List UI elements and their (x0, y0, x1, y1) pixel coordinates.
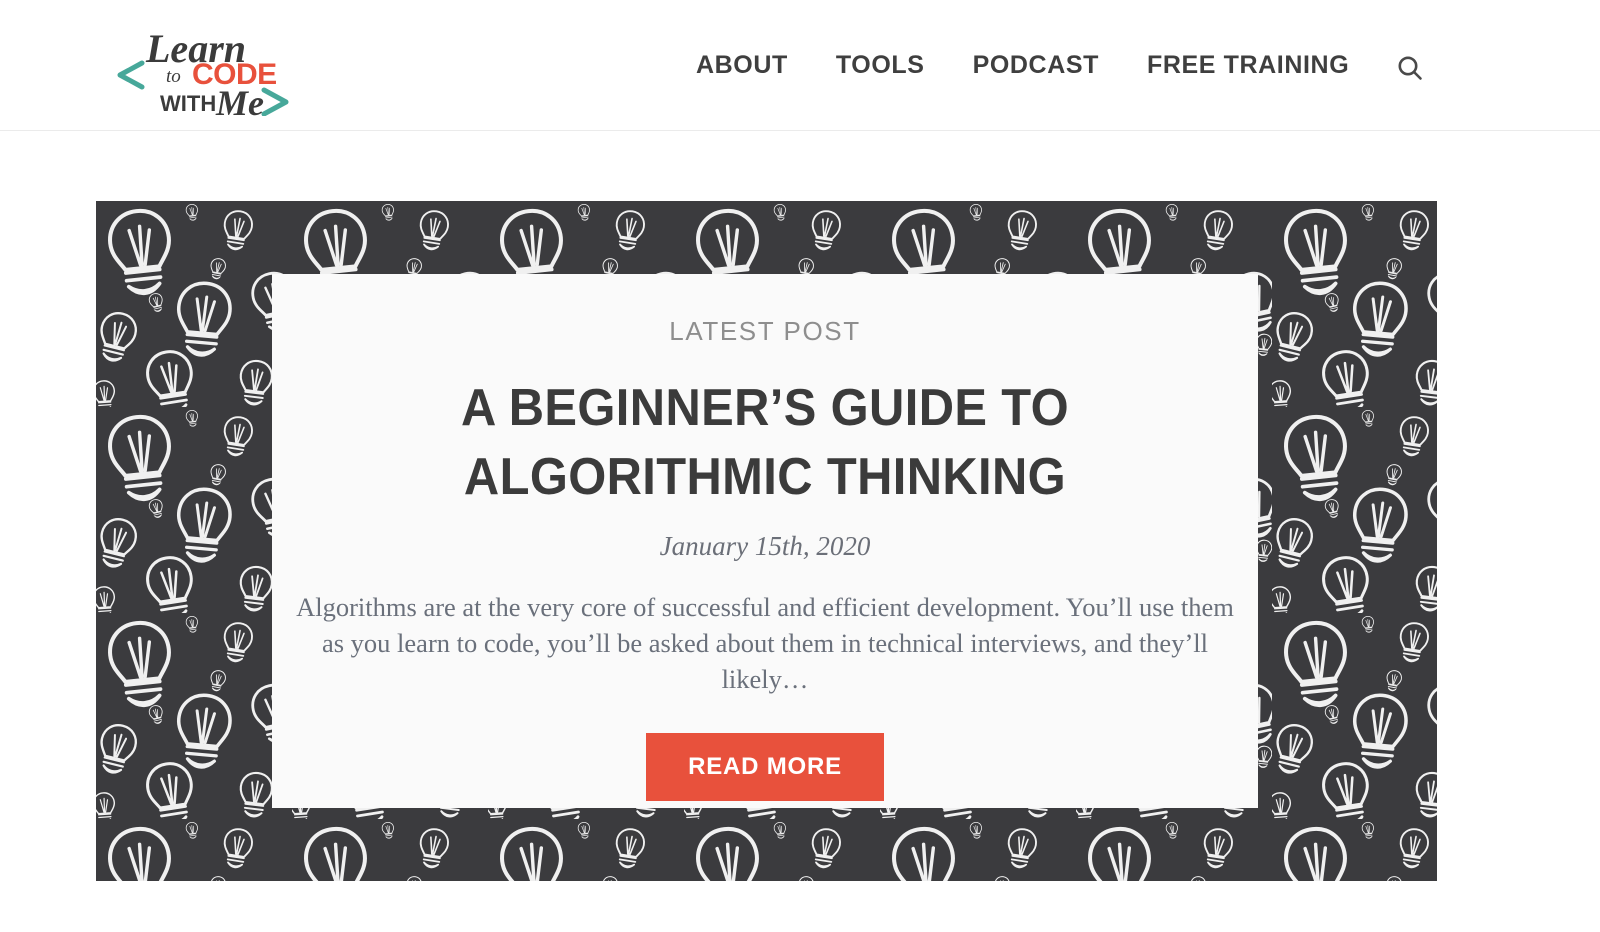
logo-word-to: to (166, 66, 181, 87)
site-header: Learn to CODE WITH Me ABOUT TOOLS PODCAS… (0, 0, 1600, 131)
post-excerpt: Algorithms are at the very core of succe… (296, 592, 1234, 695)
hero-section: LATEST POST A BEGINNER’S GUIDE TO ALGORI… (96, 201, 1437, 881)
logo-left-bracket-icon (117, 60, 145, 90)
main-navigation: ABOUT TOOLS PODCAST FREE TRAINING (690, 0, 1373, 130)
search-button[interactable] (1388, 48, 1432, 88)
post-title-link[interactable]: A BEGINNER’S GUIDE TO ALGORITHMIC THINKI… (347, 374, 1184, 511)
latest-post-card: LATEST POST A BEGINNER’S GUIDE TO ALGORI… (272, 274, 1258, 808)
nav-link-about[interactable]: ABOUT (690, 52, 812, 78)
logo-right-bracket-icon (261, 87, 289, 116)
logo-word-with: WITH (160, 91, 216, 116)
post-date: January 15th, 2020 (659, 531, 871, 562)
learn-to-code-with-me-logo[interactable]: Learn to CODE WITH Me (108, 16, 298, 116)
nav-link-tools[interactable]: TOOLS (812, 52, 949, 78)
latest-post-kicker: LATEST POST (669, 316, 861, 346)
logo-artwork: Learn to CODE WITH Me (117, 26, 289, 116)
nav-link-free-training[interactable]: FREE TRAINING (1123, 52, 1373, 78)
nav-link-podcast[interactable]: PODCAST (949, 52, 1123, 78)
logo-word-me: Me (215, 83, 264, 116)
read-more-button[interactable]: READ MORE (646, 733, 884, 802)
search-icon (1398, 56, 1422, 80)
